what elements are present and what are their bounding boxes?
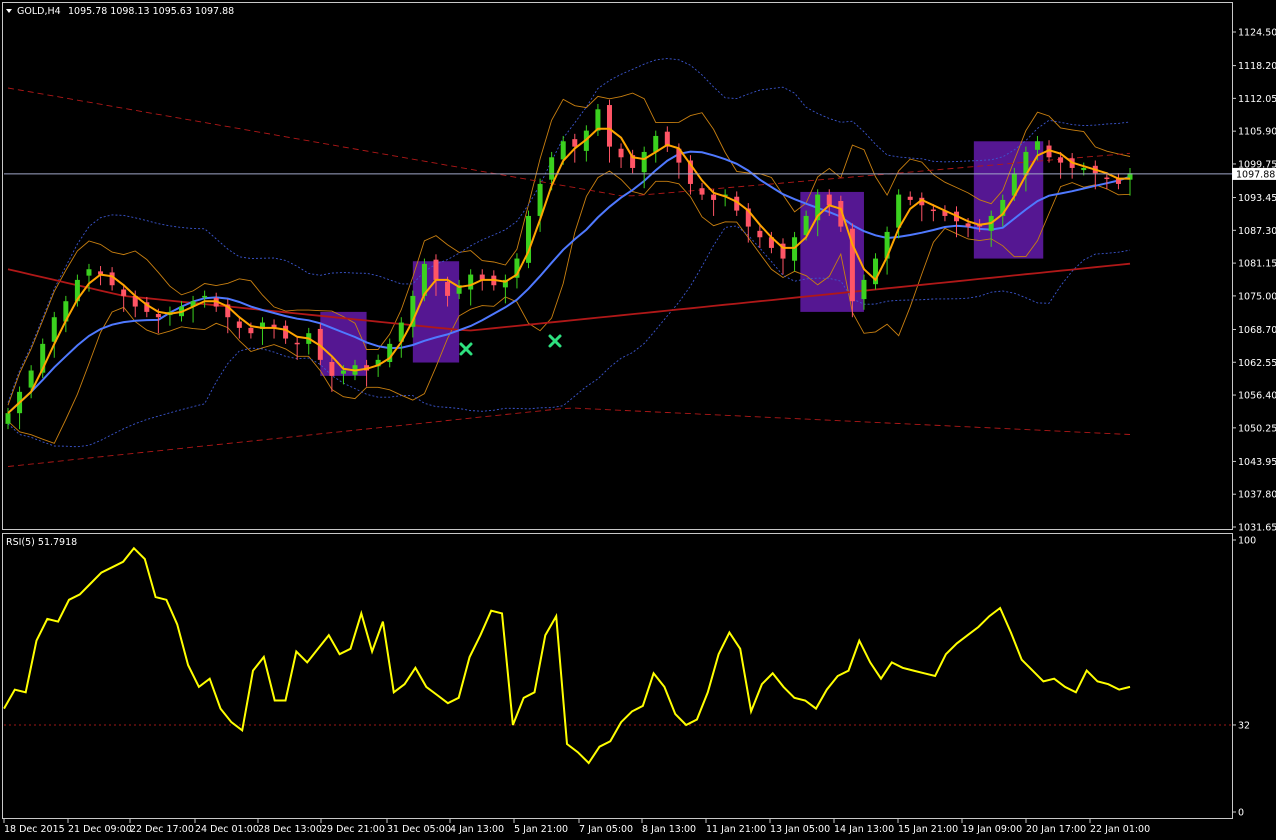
rsi-tick-label: 0 [1238, 808, 1244, 819]
candle-body [606, 105, 612, 147]
candle-body [618, 148, 624, 158]
candle-body [468, 274, 474, 290]
candle-body [121, 289, 127, 296]
candle-body [445, 282, 451, 296]
candle-body [595, 109, 601, 131]
time-tick-label: 21 Dec 09:00 [68, 824, 132, 835]
candle-body [711, 194, 717, 200]
candle-body [1058, 157, 1064, 163]
candle-body [537, 183, 543, 216]
candle-body [28, 370, 34, 388]
rsi-tick-label: 100 [1238, 536, 1256, 547]
outer-band-upper [7, 58, 1131, 403]
trading-chart[interactable]: 1124.501118.201112.051105.901099.751093.… [0, 0, 1276, 840]
current-price-label: 1097.88 [1236, 169, 1275, 180]
time-tick-label: 15 Jan 21:00 [898, 824, 958, 835]
rsi-panel[interactable] [3, 546, 1232, 765]
price-tick-label: 1118.20 [1238, 61, 1276, 72]
time-tick-label: 5 Jan 21:00 [514, 824, 568, 835]
rsi-panel-frame [2, 533, 1233, 819]
price-tick-label: 1068.70 [1238, 325, 1276, 336]
candle-body [283, 325, 289, 339]
price-tick-label: 1031.65 [1238, 523, 1276, 534]
price-panel[interactable] [4, 58, 1232, 467]
signal-zone [973, 141, 1044, 259]
fast-moving-average [7, 127, 1130, 414]
mid-moving-average [7, 150, 1131, 414]
lower-envelope [7, 407, 1131, 467]
time-tick-label: 14 Jan 13:00 [834, 824, 894, 835]
candle-body [155, 314, 161, 318]
candle-body [236, 321, 242, 328]
time-tick-label: 19 Jan 09:00 [962, 824, 1022, 835]
price-axis[interactable]: 1124.501118.201112.051105.901099.751093.… [1232, 28, 1276, 819]
candle-body [907, 196, 913, 200]
time-tick-label: 11 Jan 21:00 [706, 824, 766, 835]
upper-envelope [7, 87, 1131, 197]
candle-body [1104, 177, 1110, 180]
candle-body [86, 269, 92, 276]
candle-body [792, 237, 798, 261]
price-tick-label: 1062.55 [1238, 358, 1276, 369]
collapse-triangle-icon[interactable] [6, 9, 12, 13]
candle-body [549, 157, 555, 180]
time-tick-label: 8 Jan 13:00 [642, 824, 696, 835]
candle-body [329, 362, 335, 376]
time-tick-label: 24 Dec 01:00 [195, 824, 259, 835]
price-tick-label: 1105.90 [1238, 127, 1276, 138]
time-tick-label: 7 Jan 05:00 [579, 824, 633, 835]
price-panel-frame [2, 2, 1233, 530]
candle-body [5, 413, 11, 424]
time-tick-label: 13 Jan 05:00 [770, 824, 830, 835]
candle-body [965, 223, 971, 227]
rsi-tick-label: 32 [1238, 720, 1250, 731]
candle-body [248, 327, 254, 334]
rsi-line [3, 546, 1131, 765]
candle-body [861, 279, 867, 300]
price-tick-label: 1087.30 [1238, 226, 1276, 237]
ohlc-values: 1095.78 1098.13 1095.63 1097.88 [68, 6, 234, 17]
time-tick-label: 22 Dec 17:00 [130, 824, 194, 835]
candle-body [51, 317, 57, 342]
candle-body [202, 295, 208, 298]
price-tick-label: 1037.80 [1238, 490, 1276, 501]
price-tick-label: 1112.05 [1238, 94, 1276, 105]
candle-body [433, 259, 439, 280]
inner-band-upper [7, 92, 1131, 406]
rsi-label: RSI(5) 51.7918 [6, 537, 77, 548]
time-tick-label: 18 Dec 2015 [4, 824, 65, 835]
candle-body [572, 139, 578, 147]
candle-body [1081, 167, 1087, 171]
time-tick-label: 4 Jan 13:00 [450, 824, 504, 835]
slow-moving-average [7, 262, 1131, 332]
price-tick-label: 1093.45 [1238, 193, 1276, 204]
candle-body [699, 188, 705, 195]
candle-body [930, 209, 936, 212]
time-axis[interactable]: 18 Dec 2015 21 Dec 09:0022 Dec 17:00 24 De… [3, 819, 1150, 835]
price-tick-label: 1081.15 [1238, 259, 1276, 270]
time-tick-label: 29 Dec 21:00 [321, 824, 385, 835]
price-tick-label: 1043.95 [1238, 457, 1276, 468]
candle-body [1034, 141, 1040, 150]
price-tick-label: 1075.00 [1238, 291, 1276, 302]
time-tick-label: 22 Jan 01:00 [1090, 824, 1150, 835]
signal-cross-icon [548, 334, 562, 348]
candle-body [896, 194, 902, 228]
candle-body [641, 151, 647, 173]
signal-cross-icon [459, 342, 473, 356]
candle-body [340, 370, 346, 374]
price-tick-label: 1124.50 [1238, 28, 1276, 39]
candle-body [653, 135, 659, 152]
candle-body [294, 342, 300, 345]
inner-band-lower [7, 170, 1131, 444]
candle-body [757, 230, 763, 238]
time-tick-label: 31 Dec 05:00 [387, 824, 451, 835]
candle-body [560, 141, 566, 160]
price-tick-label: 1050.25 [1238, 423, 1276, 434]
symbol-label: GOLD,H4 [17, 6, 61, 17]
time-tick-label: 28 Dec 13:00 [258, 824, 322, 835]
candle-body [826, 194, 832, 206]
time-tick-label: 20 Jan 17:00 [1026, 824, 1086, 835]
price-tick-label: 1056.40 [1238, 391, 1276, 402]
